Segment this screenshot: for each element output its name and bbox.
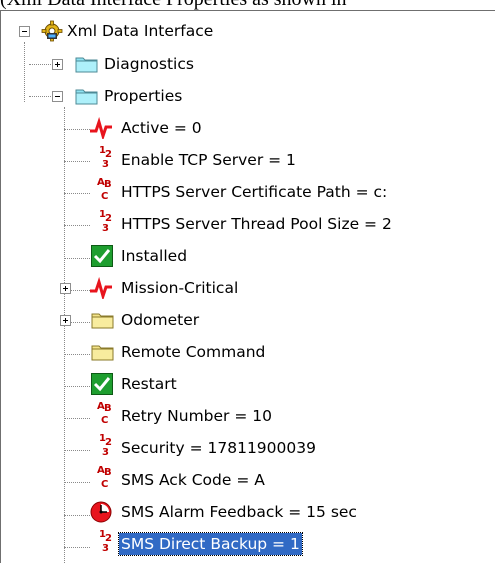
tree-item-label[interactable]: Installed (119, 245, 189, 267)
tree-node-root[interactable]: Xml Data Interface (1, 15, 495, 47)
tree-item[interactable]: Remote Command (1, 336, 495, 368)
expand-toggle-icon[interactable] (60, 283, 71, 294)
tree-item[interactable]: Installed (1, 240, 495, 272)
activity-pulse-icon (89, 276, 112, 302)
expand-toggle-icon[interactable] (52, 59, 63, 70)
collapse-toggle-icon[interactable] (52, 91, 63, 102)
tree-node-properties[interactable]: Properties (1, 80, 495, 112)
tree-view[interactable]: Xml Data Interface Diagnostics Propertie… (0, 10, 495, 563)
tree-item-label[interactable]: Active = 0 (119, 117, 204, 139)
tree-item-selected[interactable]: 123 SMS Direct Backup = 1 (1, 528, 495, 560)
tree-item-label[interactable]: Security = 17811900039 (119, 437, 318, 459)
checkmark-icon (91, 245, 113, 267)
tree-item-label[interactable]: SMS Alarm Feedback = 15 sec (119, 501, 359, 523)
tree-node-diagnostics[interactable]: Diagnostics (1, 48, 495, 80)
figure-caption: (Xml Data Interface Properties as shown … (0, 0, 496, 10)
numeric-value-icon: 123 (99, 433, 112, 458)
tree-item-label[interactable]: Remote Command (119, 341, 267, 363)
tree-item-label[interactable]: Odometer (119, 309, 201, 331)
timer-icon (89, 500, 112, 523)
text-value-icon: ABC (97, 465, 112, 490)
folder-yellow-icon (91, 342, 114, 364)
folder-cyan-icon (75, 54, 98, 76)
tree-item[interactable]: Active = 0 (1, 112, 495, 144)
tree-item[interactable]: Restart (1, 368, 495, 400)
tree-item[interactable]: Odometer (1, 304, 495, 336)
checkmark-icon (91, 373, 113, 395)
tree-item[interactable]: 123 HTTPS Server Thread Pool Size = 2 (1, 208, 495, 240)
activity-pulse-icon (89, 116, 112, 142)
gear-server-icon (41, 20, 63, 42)
tree-item-label[interactable]: Retry Number = 10 (119, 405, 274, 427)
tree-item[interactable]: ABC HTTPS Server Certificate Path = c: (1, 176, 495, 208)
text-value-icon: ABC (97, 401, 112, 426)
tree-item[interactable]: ABC SMS Ack Code = A (1, 464, 495, 496)
folder-cyan-open-icon (75, 86, 98, 108)
tree-item-label[interactable]: Enable TCP Server = 1 (119, 149, 298, 171)
numeric-value-icon: 123 (99, 145, 112, 170)
tree-item[interactable]: ABC Retry Number = 10 (1, 400, 495, 432)
text-value-icon: ABC (97, 177, 112, 202)
expand-toggle-icon[interactable] (60, 315, 71, 326)
collapse-toggle-icon[interactable] (19, 26, 30, 37)
tree-content: Xml Data Interface Diagnostics Propertie… (1, 11, 495, 563)
numeric-value-icon: 123 (99, 529, 112, 554)
tree-item[interactable]: Mission-Critical (1, 272, 495, 304)
folder-yellow-icon (91, 310, 114, 332)
tree-node-label[interactable]: Diagnostics (102, 53, 196, 75)
tree-node-label[interactable]: Properties (102, 85, 184, 107)
tree-item-label[interactable]: Mission-Critical (119, 277, 240, 299)
tree-item-label[interactable]: HTTPS Server Thread Pool Size = 2 (119, 213, 394, 235)
tree-item[interactable]: 123 Security = 17811900039 (1, 432, 495, 464)
tree-item-label[interactable]: SMS Ack Code = A (119, 469, 267, 491)
tree-item[interactable]: 123 Enable TCP Server = 1 (1, 144, 495, 176)
tree-item[interactable]: SMS Alarm Feedback = 15 sec (1, 496, 495, 528)
tree-item-label[interactable]: SMS Direct Backup = 1 (118, 532, 303, 556)
numeric-value-icon: 123 (99, 209, 112, 234)
tree-item-label[interactable]: HTTPS Server Certificate Path = c: (119, 181, 389, 203)
tree-node-label[interactable]: Xml Data Interface (65, 20, 215, 42)
tree-item-label[interactable]: Restart (119, 373, 179, 395)
